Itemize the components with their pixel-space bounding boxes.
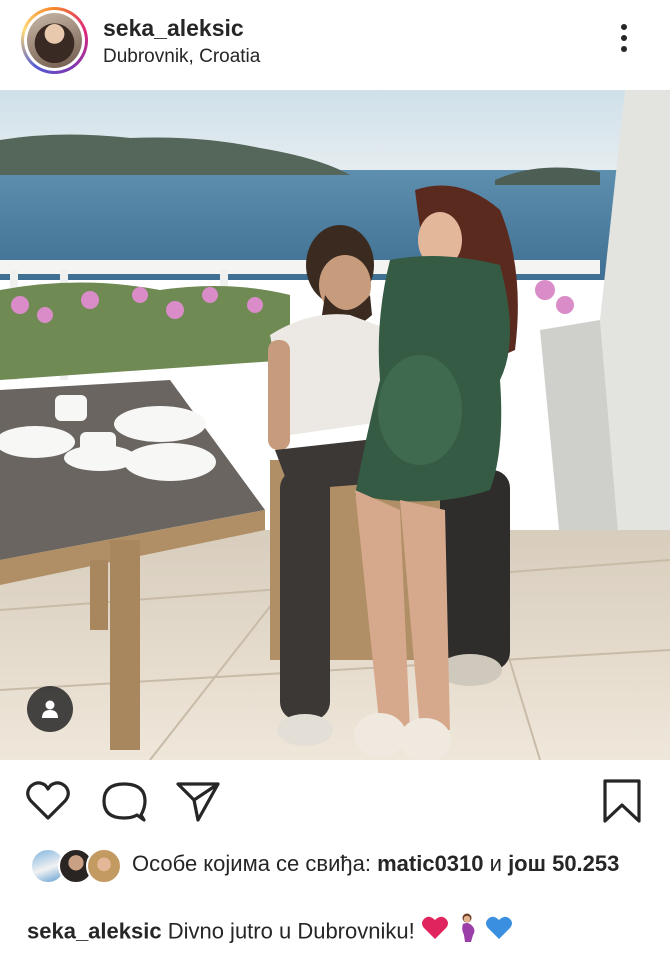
others-label[interactable]: још [508,851,546,876]
blue-heart-emoji [485,915,513,950]
avatar-image [27,13,82,68]
post-header: seka_aleksic Dubrovnik, Croatia [0,0,670,90]
send-icon[interactable] [176,780,220,827]
post-photo[interactable] [0,90,670,760]
caption-text: Divno jutro u Dubrovniku! [167,918,415,944]
comment-icon[interactable] [101,780,147,829]
user-tag-icon[interactable] [27,686,73,732]
likes-row[interactable]: Особе којима се свиђа: matic0310 и још 5… [30,846,640,908]
top-liker-username[interactable]: matic0310 [377,851,483,876]
likes-count[interactable]: 50.253 [552,851,619,876]
likes-prefix: Особе којима се свиђа: [132,851,371,876]
likes-connector: и [489,851,502,876]
likes-text: Особе којима се свиђа: matic0310 и још 5… [132,848,632,879]
post-username[interactable]: seka_aleksic [103,15,244,42]
profile-avatar[interactable] [21,7,88,74]
post-location[interactable]: Dubrovnik, Croatia [103,46,260,68]
heart-outline-icon[interactable] [25,780,71,827]
more-vertical-icon[interactable] [614,24,634,58]
pregnant-woman-emoji [455,913,479,952]
caption: seka_aleksic Divno jutro u Dubrovniku! [27,913,647,952]
liker-avatar [86,848,122,884]
bookmark-icon[interactable] [602,778,642,829]
red-heart-emoji [421,915,449,950]
action-bar [0,765,670,835]
caption-username[interactable]: seka_aleksic [27,918,162,943]
